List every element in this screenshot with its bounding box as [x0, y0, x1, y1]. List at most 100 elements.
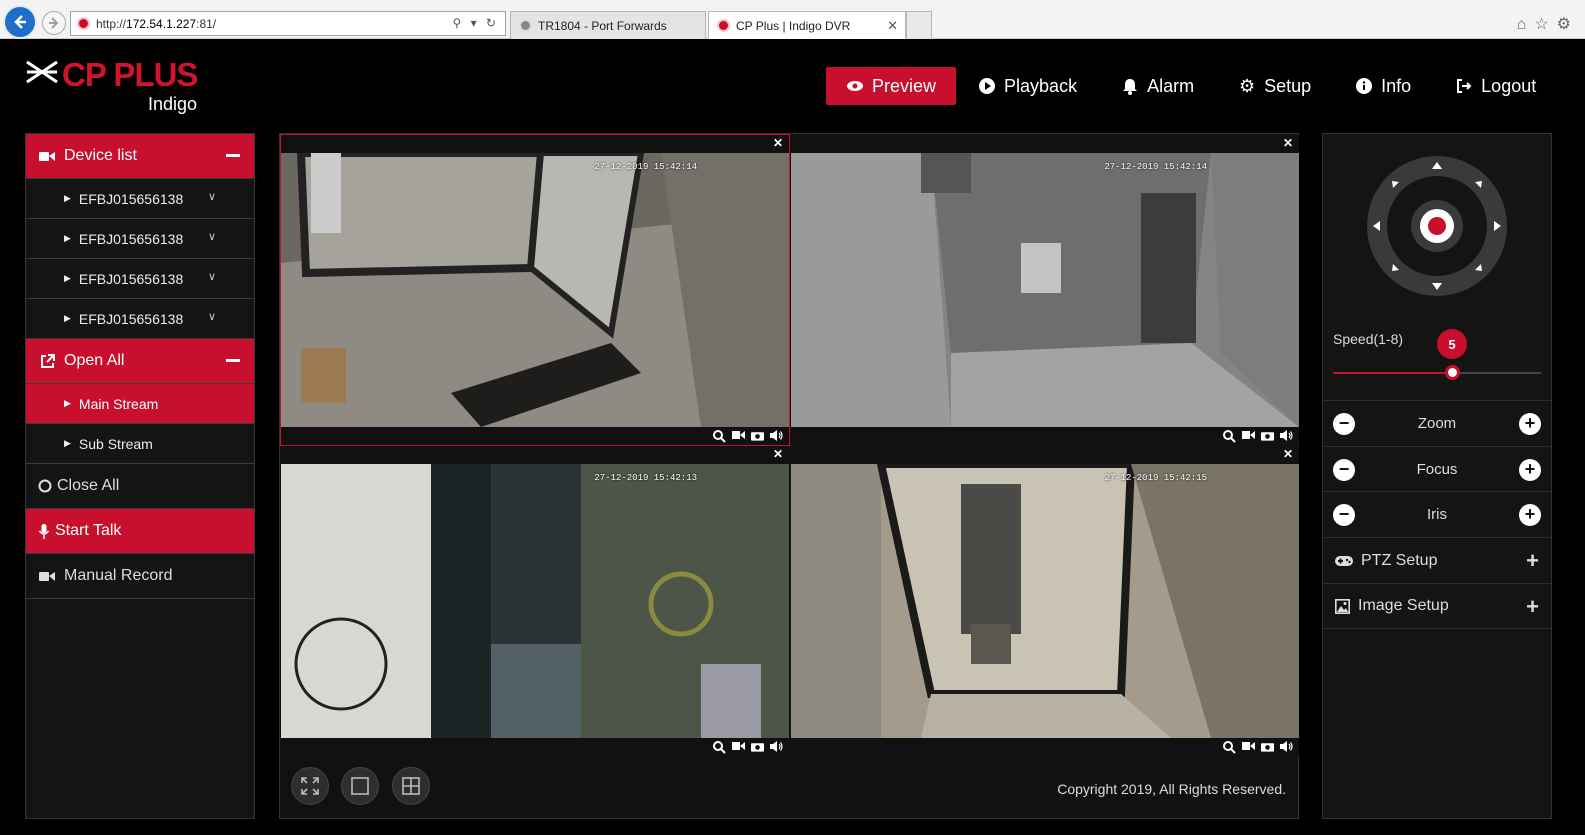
- close-icon[interactable]: ✕: [1283, 447, 1293, 461]
- sub-stream-item[interactable]: ▶ Sub Stream: [26, 424, 254, 464]
- snapshot-icon[interactable]: [1261, 741, 1274, 753]
- close-icon[interactable]: ✕: [773, 136, 783, 150]
- forward-button[interactable]: [42, 11, 66, 35]
- address-tools[interactable]: ⚲ ▾ ↻: [452, 16, 499, 30]
- camera-tile[interactable]: ✕ 27-12-2019 15:42:14: [791, 135, 1299, 445]
- device-item[interactable]: ▶ EFBJ015656138 ∨: [26, 219, 254, 259]
- record-icon[interactable]: [732, 430, 745, 442]
- close-icon[interactable]: ✕: [1283, 136, 1293, 150]
- device-item[interactable]: ▶ EFBJ015656138 ∨: [26, 299, 254, 339]
- camera-tile[interactable]: ✕ 27-12-2019 15:42:15: [791, 446, 1299, 756]
- open-all-button[interactable]: Open All: [26, 339, 254, 384]
- device-list-label: Device list: [64, 147, 137, 164]
- main-stream-item[interactable]: ▶ Main Stream: [26, 384, 254, 424]
- iris-plus-button[interactable]: +: [1519, 504, 1541, 526]
- audio-icon[interactable]: [1280, 741, 1293, 753]
- snapshot-icon[interactable]: [751, 741, 764, 753]
- camera-tile[interactable]: ✕ 27-12-2019 15:42:13: [281, 446, 789, 756]
- device-list-header[interactable]: Device list: [26, 134, 254, 179]
- zoom-plus-button[interactable]: +: [1519, 413, 1541, 435]
- close-icon[interactable]: ✕: [773, 447, 783, 461]
- new-tab-button[interactable]: [906, 11, 932, 39]
- caret-right-icon: ▶: [64, 233, 71, 243]
- site-favicon: [77, 17, 90, 30]
- collapse-icon[interactable]: [226, 154, 240, 157]
- close-tab-icon[interactable]: ✕: [887, 18, 898, 34]
- address-bar[interactable]: http://172.54.1.227:81/ ⚲ ▾ ↻: [70, 11, 506, 36]
- back-button[interactable]: [3, 5, 37, 39]
- camera-timestamp: 27-12-2019 15:42:14: [1104, 162, 1207, 172]
- nav-info[interactable]: Info: [1333, 67, 1433, 105]
- tab-favicon: [519, 19, 532, 32]
- quad-view-button[interactable]: [392, 767, 430, 805]
- speed-slider[interactable]: [1333, 365, 1541, 380]
- video-grid: ✕ 27-12-2019 15:42:14 ✕ 27-12-2019 15:42…: [279, 133, 1299, 819]
- tab-cp-plus[interactable]: CP Plus | Indigo DVR ✕: [708, 11, 906, 39]
- single-view-button[interactable]: [341, 767, 379, 805]
- ptz-setup-label: PTZ Setup: [1361, 551, 1438, 569]
- gear-icon[interactable]: ⚙: [1557, 16, 1579, 33]
- manual-record-label: Manual Record: [64, 567, 173, 584]
- collapse-icon[interactable]: [226, 359, 240, 362]
- fullscreen-button[interactable]: [291, 767, 329, 805]
- zoom-minus-button[interactable]: −: [1333, 413, 1355, 435]
- expand-plus-icon[interactable]: +: [1526, 594, 1539, 620]
- nav-playback[interactable]: Playback: [956, 67, 1099, 105]
- fullscreen-icon: [301, 777, 319, 795]
- eye-icon: [846, 77, 864, 95]
- chevron-down-icon[interactable]: ∨: [208, 230, 216, 243]
- iris-control: − Iris +: [1323, 491, 1551, 537]
- home-icon[interactable]: ⌂: [1517, 16, 1535, 33]
- audio-icon[interactable]: [770, 741, 783, 753]
- image-setup-row[interactable]: Image Setup +: [1323, 583, 1551, 629]
- caret-right-icon: ▶: [64, 398, 71, 408]
- tab-port-forwards[interactable]: TR1804 - Port Forwards: [510, 11, 706, 39]
- expand-plus-icon[interactable]: +: [1526, 548, 1539, 574]
- nav-preview[interactable]: Preview: [826, 67, 957, 105]
- camera-feed: 27-12-2019 15:42:14: [791, 153, 1299, 427]
- tab-title: CP Plus | Indigo DVR: [736, 18, 851, 33]
- audio-icon[interactable]: [1280, 430, 1293, 442]
- caret-right-icon: ▶: [64, 313, 71, 323]
- chevron-down-icon[interactable]: ∨: [208, 270, 216, 283]
- focus-minus-button[interactable]: −: [1333, 459, 1355, 481]
- zoom-icon[interactable]: [713, 741, 726, 754]
- record-icon[interactable]: [1242, 430, 1255, 442]
- zoom-icon[interactable]: [1223, 741, 1236, 754]
- focus-plus-button[interactable]: +: [1519, 459, 1541, 481]
- brand-name: CP PLUS: [62, 56, 198, 93]
- manual-record-button[interactable]: Manual Record: [26, 554, 254, 599]
- chevron-down-icon[interactable]: ∨: [208, 190, 216, 203]
- zoom-icon[interactable]: [713, 430, 726, 443]
- record-icon[interactable]: [1242, 741, 1255, 753]
- iris-minus-button[interactable]: −: [1333, 504, 1355, 526]
- nav-label: Setup: [1264, 75, 1312, 96]
- zoom-icon[interactable]: [1223, 430, 1236, 443]
- browser-toolbar-icons: ⌂☆⚙: [1517, 14, 1579, 34]
- speed-value-bubble: 5: [1437, 329, 1467, 359]
- device-name: EFBJ015656138: [78, 230, 184, 247]
- gamepad-icon: [1335, 555, 1353, 566]
- device-item[interactable]: ▶ EFBJ015656138 ∨: [26, 259, 254, 299]
- audio-icon[interactable]: [770, 430, 783, 442]
- snapshot-icon[interactable]: [751, 430, 764, 442]
- nav-setup[interactable]: ⚙ Setup: [1216, 67, 1333, 105]
- stream-label: Sub Stream: [78, 435, 153, 452]
- camera-tile[interactable]: ✕ 27-12-2019 15:42:14: [280, 134, 790, 446]
- snapshot-icon[interactable]: [1261, 430, 1274, 442]
- ptz-direction-wheel[interactable]: [1365, 154, 1509, 298]
- chevron-down-icon[interactable]: ∨: [208, 310, 216, 323]
- close-all-button[interactable]: Close All: [26, 464, 254, 509]
- record-icon[interactable]: [732, 741, 745, 753]
- ptz-panel: Speed(1-8) 5 − Zoom + − Focus + − Iris +…: [1322, 133, 1552, 819]
- ptz-setup-row[interactable]: PTZ Setup +: [1323, 537, 1551, 583]
- camera-top-bar: ✕: [281, 135, 789, 153]
- url-host: 172.54.1.227: [126, 16, 197, 31]
- star-icon[interactable]: ☆: [1534, 16, 1556, 33]
- nav-label: Playback: [1004, 75, 1078, 96]
- speed-slider-knob[interactable]: [1445, 365, 1460, 380]
- start-talk-button[interactable]: Start Talk: [26, 509, 254, 554]
- device-item[interactable]: ▶ EFBJ015656138 ∨: [26, 179, 254, 219]
- nav-logout[interactable]: Logout: [1433, 67, 1558, 105]
- nav-alarm[interactable]: Alarm: [1099, 67, 1216, 105]
